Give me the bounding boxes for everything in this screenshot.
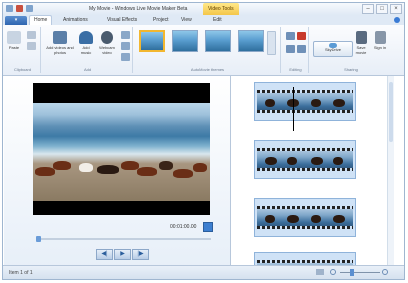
tab-project[interactable]: Project	[149, 16, 173, 25]
skydrive-button[interactable]: SkyDrive	[313, 41, 353, 57]
storyboard-pane	[232, 76, 397, 279]
clipboard-group: Paste Clipboard	[5, 27, 41, 73]
user-icon	[374, 31, 386, 44]
undo-icon[interactable]	[16, 5, 23, 12]
editing-group: Editing	[283, 27, 309, 73]
close-button[interactable]: ×	[390, 4, 402, 14]
playback-time: 00:01:00.00	[170, 224, 197, 230]
video-tools-tab-group: Video Tools	[203, 3, 239, 15]
zoom-in-button[interactable]	[382, 269, 388, 275]
theme-thumbnail[interactable]	[139, 30, 165, 52]
remove-icon[interactable]	[297, 32, 306, 40]
theme-thumbnail[interactable]	[238, 30, 264, 52]
zoom-slider-thumb[interactable]	[350, 269, 354, 276]
preview-pane: 00:01:00.00 ◀| ▶ |▶	[4, 76, 231, 268]
playhead[interactable]	[293, 87, 294, 131]
status-bar: Item 1 of 1	[3, 265, 404, 279]
fullscreen-icon[interactable]	[203, 222, 213, 232]
quick-access-toolbar	[6, 5, 33, 12]
video-frame-image	[33, 103, 210, 201]
automovie-themes-group: AutoMovie themes	[135, 27, 281, 73]
add-videos-photos-button[interactable]: Add videos and photos	[45, 31, 75, 55]
thumbnail-size-icon[interactable]	[316, 269, 324, 275]
maximize-button[interactable]: □	[376, 4, 388, 14]
storyboard-clip[interactable]	[254, 82, 356, 131]
ribbon: Paste Clipboard Add videos and photos Ad…	[3, 25, 404, 76]
window-controls: – □ ×	[362, 4, 402, 14]
tab-animations[interactable]: Animations	[59, 16, 92, 25]
help-icon[interactable]	[394, 17, 400, 23]
sign-in-button[interactable]: Sign in	[373, 31, 387, 50]
theme-thumbnail[interactable]	[172, 30, 198, 52]
paste-icon	[7, 31, 21, 44]
status-item-count: Item 1 of 1	[9, 270, 33, 276]
cut-icon[interactable]	[27, 31, 36, 39]
rotate-left-icon[interactable]	[286, 32, 295, 40]
scrollbar-thumb[interactable]	[389, 82, 393, 142]
zoom-slider[interactable]	[340, 272, 380, 273]
snapshot-icon[interactable]	[121, 31, 130, 39]
window-title: My Movie - Windows Live Movie Maker Beta	[89, 6, 188, 12]
app-window: My Movie - Windows Live Movie Maker Beta…	[2, 2, 405, 280]
rotate-right-icon[interactable]	[286, 45, 295, 53]
zoom-out-button[interactable]	[330, 269, 336, 275]
minimize-button[interactable]: –	[362, 4, 374, 14]
add-music-button[interactable]: Add music	[77, 31, 95, 55]
redo-icon[interactable]	[26, 5, 33, 12]
tab-view[interactable]: View	[177, 16, 196, 25]
tab-visual-effects[interactable]: Visual Effects	[103, 16, 141, 25]
ribbon-tabs: ▾ Home Animations Visual Effects Project…	[3, 15, 404, 26]
previous-frame-button[interactable]: ◀|	[96, 249, 113, 260]
add-group: Add videos and photos Add music Webcam v…	[43, 27, 133, 73]
title-icon[interactable]	[121, 42, 130, 50]
tab-edit[interactable]: Edit	[209, 16, 226, 25]
storyboard-scrollbar[interactable]	[387, 76, 394, 268]
theme-thumbnail[interactable]	[205, 30, 231, 52]
webcam-video-button[interactable]: Webcam video	[97, 31, 117, 55]
copy-icon[interactable]	[27, 42, 36, 50]
next-frame-button[interactable]: |▶	[132, 249, 149, 260]
webcam-icon	[101, 31, 113, 44]
select-all-icon[interactable]	[297, 45, 306, 53]
sharing-group: SkyDrive Save movie Sign in Sharing	[311, 27, 391, 73]
gallery-more-icon[interactable]	[267, 31, 276, 55]
seek-thumb[interactable]	[36, 236, 41, 242]
save-movie-icon	[355, 31, 367, 44]
save-icon[interactable]	[6, 5, 13, 12]
caption-icon[interactable]	[121, 53, 130, 61]
main-area: 00:01:00.00 ◀| ▶ |▶	[3, 76, 404, 279]
playback-controls: ◀| ▶ |▶	[96, 249, 149, 260]
seek-bar[interactable]	[36, 236, 211, 242]
music-note-icon	[79, 31, 93, 44]
app-menu-button[interactable]: ▾	[5, 16, 27, 25]
storyboard-clip[interactable]	[254, 198, 356, 237]
zoom-control	[316, 269, 396, 276]
paste-button[interactable]: Paste	[7, 31, 21, 50]
save-movie-button[interactable]: Save movie	[353, 31, 369, 55]
film-photo-icon	[53, 31, 67, 44]
storyboard-clip[interactable]	[254, 140, 356, 179]
title-bar: My Movie - Windows Live Movie Maker Beta…	[3, 3, 404, 15]
video-preview[interactable]	[33, 83, 210, 215]
play-button[interactable]: ▶	[114, 249, 131, 260]
